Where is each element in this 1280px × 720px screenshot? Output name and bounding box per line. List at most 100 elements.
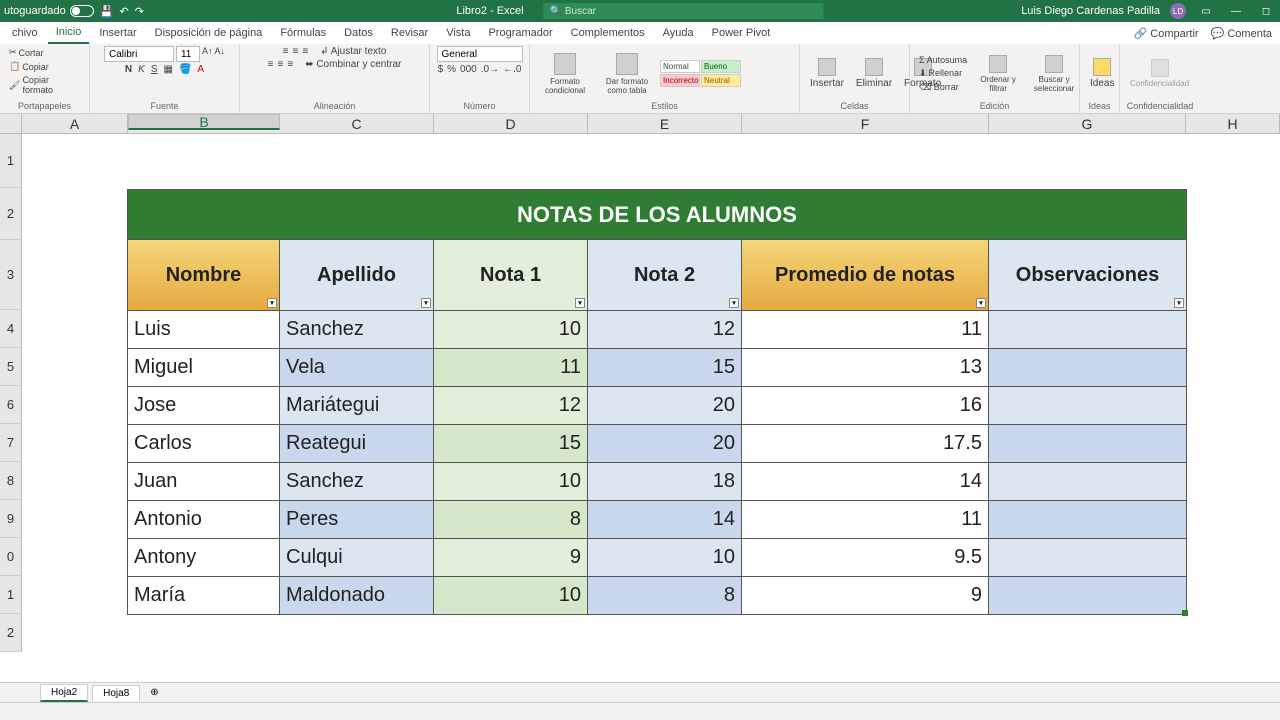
- font-color-button[interactable]: A: [197, 64, 204, 75]
- increase-font-icon[interactable]: A↑: [202, 46, 213, 62]
- menu-tab-power-pivot[interactable]: Power Pivot: [704, 23, 779, 43]
- confidentiality-button[interactable]: Confidencialidad: [1126, 57, 1193, 90]
- table-cell[interactable]: Jose: [128, 386, 280, 424]
- decrease-font-icon[interactable]: A↓: [215, 46, 226, 62]
- autosave-toggle[interactable]: utoguardado: [4, 5, 94, 17]
- font-select[interactable]: [104, 46, 174, 62]
- table-header-cell[interactable]: Nota 1▾: [434, 240, 588, 310]
- search-input[interactable]: 🔍 Buscar: [544, 3, 824, 19]
- table-cell[interactable]: Juan: [128, 462, 280, 500]
- menu-tab-fórmulas[interactable]: Fórmulas: [272, 23, 334, 43]
- spreadsheet-grid[interactable]: 123456789012 NOTAS DE LOS ALUMNOS Nombre…: [0, 134, 1280, 674]
- row-header[interactable]: 1: [0, 134, 22, 188]
- row-header[interactable]: 2: [0, 614, 22, 652]
- table-cell[interactable]: 16: [742, 386, 989, 424]
- filter-dropdown-icon[interactable]: ▾: [267, 298, 277, 308]
- font-size-select[interactable]: [176, 46, 200, 62]
- table-cell[interactable]: 15: [588, 348, 742, 386]
- row-header[interactable]: 2: [0, 188, 22, 240]
- row-header[interactable]: 4: [0, 310, 22, 348]
- comment-button[interactable]: 💬 Comenta: [1211, 27, 1272, 40]
- table-cell[interactable]: 15: [434, 424, 588, 462]
- table-cell[interactable]: 12: [434, 386, 588, 424]
- filter-dropdown-icon[interactable]: ▾: [1174, 298, 1184, 308]
- table-header-cell[interactable]: Apellido▾: [280, 240, 434, 310]
- table-cell[interactable]: Carlos: [128, 424, 280, 462]
- table-cell[interactable]: 20: [588, 424, 742, 462]
- table-cell[interactable]: Antonio: [128, 500, 280, 538]
- row-header[interactable]: 3: [0, 240, 22, 310]
- column-header-A[interactable]: A: [22, 114, 128, 133]
- align-left-icon[interactable]: ≡: [268, 59, 274, 70]
- merge-button[interactable]: ⬌ Combinar y centrar: [305, 59, 401, 70]
- italic-button[interactable]: K: [138, 64, 145, 75]
- underline-button[interactable]: S: [151, 64, 158, 75]
- align-top-icon[interactable]: ≡: [283, 46, 289, 57]
- table-cell[interactable]: 9: [434, 538, 588, 576]
- table-cell[interactable]: María: [128, 576, 280, 614]
- menu-tab-revisar[interactable]: Revisar: [383, 23, 436, 43]
- row-header[interactable]: 5: [0, 348, 22, 386]
- table-cell[interactable]: [989, 386, 1186, 424]
- table-cell[interactable]: Luis: [128, 310, 280, 348]
- comma-icon[interactable]: 000: [460, 64, 477, 75]
- minimize-icon[interactable]: —: [1226, 3, 1246, 19]
- table-cell[interactable]: Vela: [280, 348, 434, 386]
- table-cell[interactable]: [989, 310, 1186, 348]
- currency-icon[interactable]: $: [438, 64, 444, 75]
- window-options-icon[interactable]: ▭: [1196, 3, 1216, 19]
- align-right-icon[interactable]: ≡: [287, 59, 293, 70]
- menu-tab-complementos[interactable]: Complementos: [563, 23, 653, 43]
- table-cell[interactable]: 9: [742, 576, 989, 614]
- align-center-icon[interactable]: ≡: [277, 59, 283, 70]
- table-cell[interactable]: 10: [434, 310, 588, 348]
- table-cell[interactable]: Maldonado: [280, 576, 434, 614]
- copy-button[interactable]: 📋 Copiar: [6, 60, 52, 73]
- menu-tab-insertar[interactable]: Insertar: [91, 23, 144, 43]
- table-cell[interactable]: Sanchez: [280, 310, 434, 348]
- ideas-button[interactable]: Ideas: [1086, 56, 1118, 91]
- sheet-tab-hoja2[interactable]: Hoja2: [40, 684, 88, 702]
- select-all-corner[interactable]: [0, 114, 22, 133]
- clear-button[interactable]: ⌫ Borrar: [916, 81, 970, 94]
- save-icon[interactable]: 💾: [100, 5, 114, 18]
- format-as-table-button[interactable]: Dar formato como tabla: [598, 51, 656, 97]
- format-painter-button[interactable]: 🖌 Copiar formato: [6, 74, 83, 96]
- fill-color-button[interactable]: 🪣: [179, 64, 191, 75]
- filter-dropdown-icon[interactable]: ▾: [729, 298, 739, 308]
- table-cell[interactable]: 11: [742, 500, 989, 538]
- table-cell[interactable]: Antony: [128, 538, 280, 576]
- cell-styles-gallery[interactable]: Normal Bueno Incorrecto Neutral: [660, 60, 741, 87]
- redo-icon[interactable]: ↷: [135, 5, 144, 18]
- inc-decimal-icon[interactable]: .0→: [481, 64, 499, 75]
- row-header[interactable]: 8: [0, 462, 22, 500]
- menu-tab-vista[interactable]: Vista: [438, 23, 478, 43]
- row-header[interactable]: 6: [0, 386, 22, 424]
- align-mid-icon[interactable]: ≡: [292, 46, 298, 57]
- conditional-format-button[interactable]: Formato condicional: [536, 51, 594, 97]
- table-cell[interactable]: [989, 462, 1186, 500]
- undo-icon[interactable]: ↶: [119, 5, 128, 18]
- table-header-cell[interactable]: Nota 2▾: [588, 240, 742, 310]
- table-cell[interactable]: 17.5: [742, 424, 989, 462]
- table-header-cell[interactable]: Observaciones▾: [989, 240, 1186, 310]
- user-name[interactable]: Luis Diego Cardenas Padilla: [1021, 5, 1160, 17]
- column-header-G[interactable]: G: [989, 114, 1186, 133]
- maximize-icon[interactable]: ◻: [1256, 3, 1276, 19]
- filter-dropdown-icon[interactable]: ▾: [976, 298, 986, 308]
- percent-icon[interactable]: %: [447, 64, 456, 75]
- wrap-text-button[interactable]: ↲ Ajustar texto: [320, 46, 386, 57]
- table-cell[interactable]: 10: [588, 538, 742, 576]
- cut-button[interactable]: ✂ Cortar: [6, 46, 47, 59]
- fill-button[interactable]: ⬇ Rellenar: [916, 67, 970, 80]
- table-cell[interactable]: 12: [588, 310, 742, 348]
- table-cell[interactable]: 14: [742, 462, 989, 500]
- align-bot-icon[interactable]: ≡: [302, 46, 308, 57]
- table-cell[interactable]: 10: [434, 576, 588, 614]
- column-header-H[interactable]: H: [1186, 114, 1280, 133]
- sheet-tab-hoja8[interactable]: Hoja8: [92, 685, 140, 701]
- border-button[interactable]: ▦: [164, 64, 173, 75]
- table-cell[interactable]: [989, 538, 1186, 576]
- menu-tab-ayuda[interactable]: Ayuda: [655, 23, 702, 43]
- table-cell[interactable]: Sanchez: [280, 462, 434, 500]
